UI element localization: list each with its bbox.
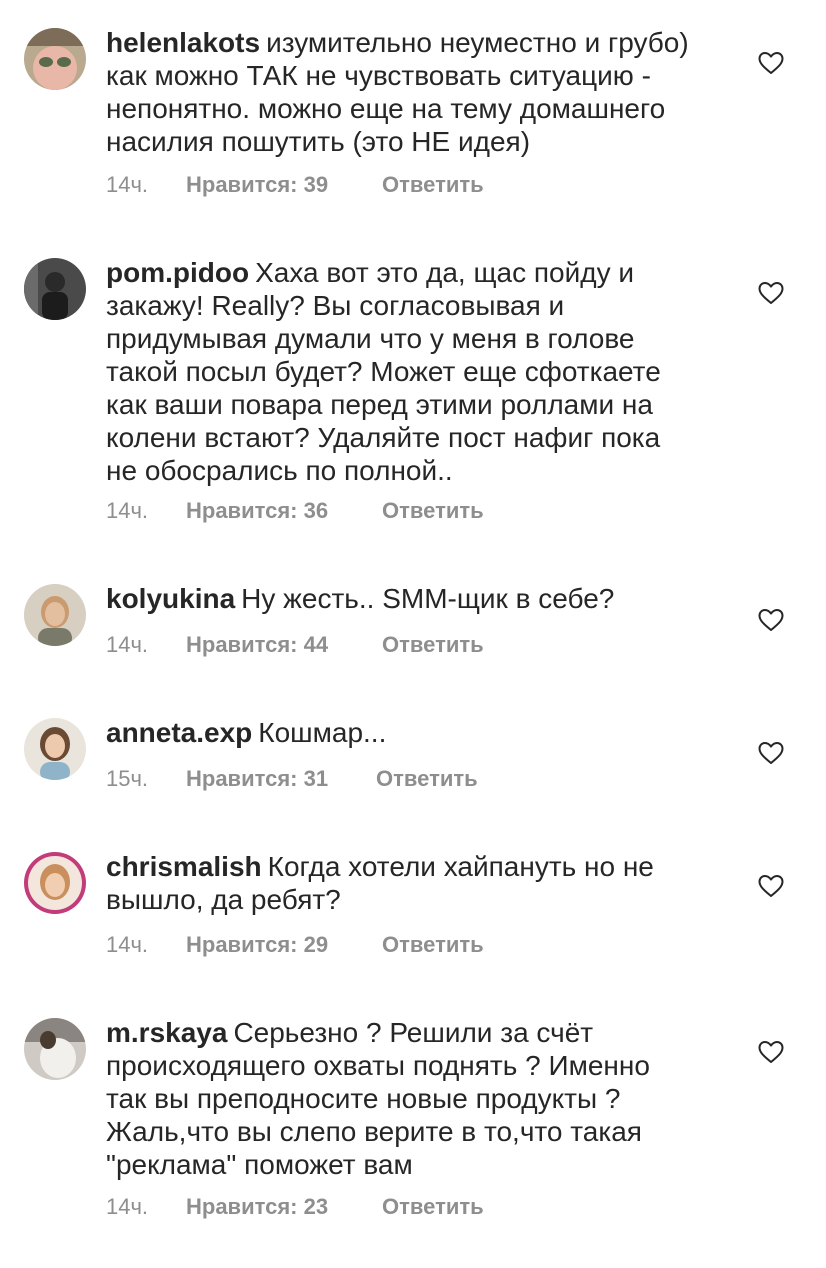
comment-text: kolyukina Ну жесть.. SMM-щик в себе? (106, 582, 726, 615)
comment-likes[interactable]: Нравится: 29 (186, 932, 382, 958)
comment-text: m.rskaya Серьезно ? Решили за счёт происх… (106, 1016, 726, 1181)
comment-message: Ну жесть.. SMM-щик в себе? (241, 583, 615, 614)
comment-likes[interactable]: Нравится: 36 (186, 498, 382, 524)
heart-outline-icon[interactable] (758, 874, 784, 898)
comment-meta: 14ч. Нравится: 44 Ответить (106, 632, 484, 658)
comment-meta: 15ч. Нравится: 31 Ответить (106, 766, 478, 792)
avatar[interactable] (24, 28, 86, 90)
comment-username[interactable]: helenlakots (106, 27, 260, 58)
reply-button[interactable]: Ответить (382, 172, 484, 198)
heart-outline-icon[interactable] (758, 608, 784, 632)
comment-meta: 14ч. Нравится: 36 Ответить (106, 498, 484, 524)
comment-time: 14ч. (106, 172, 149, 197)
comment-time: 14ч. (106, 498, 149, 523)
comment-time: 14ч. (106, 1194, 149, 1219)
comment-username[interactable]: m.rskaya (106, 1017, 227, 1048)
comment-text: chrismalish Когда хотели хайпануть но не … (106, 850, 726, 916)
avatar[interactable] (24, 258, 86, 320)
comment-meta: 14ч. Нравится: 29 Ответить (106, 932, 484, 958)
avatar[interactable] (24, 718, 86, 780)
comment-username[interactable]: chrismalish (106, 851, 262, 882)
comment-username[interactable]: anneta.exp (106, 717, 252, 748)
comment-meta: 14ч. Нравится: 23 Ответить (106, 1194, 484, 1220)
comment-message: Кошмар... (258, 717, 387, 748)
comment-text: anneta.exp Кошмар... (106, 716, 726, 749)
heart-outline-icon[interactable] (758, 51, 784, 75)
reply-button[interactable]: Ответить (382, 498, 484, 524)
heart-outline-icon[interactable] (758, 1040, 784, 1064)
comment-time: 15ч. (106, 766, 149, 791)
comment-likes[interactable]: Нравится: 23 (186, 1194, 382, 1220)
avatar[interactable] (24, 1018, 86, 1080)
comment-likes[interactable]: Нравится: 31 (186, 766, 376, 792)
reply-button[interactable]: Ответить (376, 766, 478, 792)
avatar[interactable] (24, 852, 86, 914)
comment-likes[interactable]: Нравится: 44 (186, 632, 382, 658)
comment-time: 14ч. (106, 632, 149, 657)
avatar[interactable] (24, 584, 86, 646)
comment-likes[interactable]: Нравится: 39 (186, 172, 382, 198)
comment-meta: 14ч. Нравится: 39 Ответить (106, 172, 484, 198)
heart-outline-icon[interactable] (758, 741, 784, 765)
reply-button[interactable]: Ответить (382, 632, 484, 658)
comment-username[interactable]: pom.pidoo (106, 257, 249, 288)
comment-text: helenlakots изумительно неуместно и грубо… (106, 26, 726, 158)
comment-username[interactable]: kolyukina (106, 583, 235, 614)
reply-button[interactable]: Ответить (382, 932, 484, 958)
comment-text: pom.pidoo Хаха вот это да, щас пойду и за… (106, 256, 726, 487)
comment-time: 14ч. (106, 932, 149, 957)
comment-message: Хаха вот это да, щас пойду и закажу! Rea… (106, 257, 661, 486)
heart-outline-icon[interactable] (758, 281, 784, 305)
reply-button[interactable]: Ответить (382, 1194, 484, 1220)
